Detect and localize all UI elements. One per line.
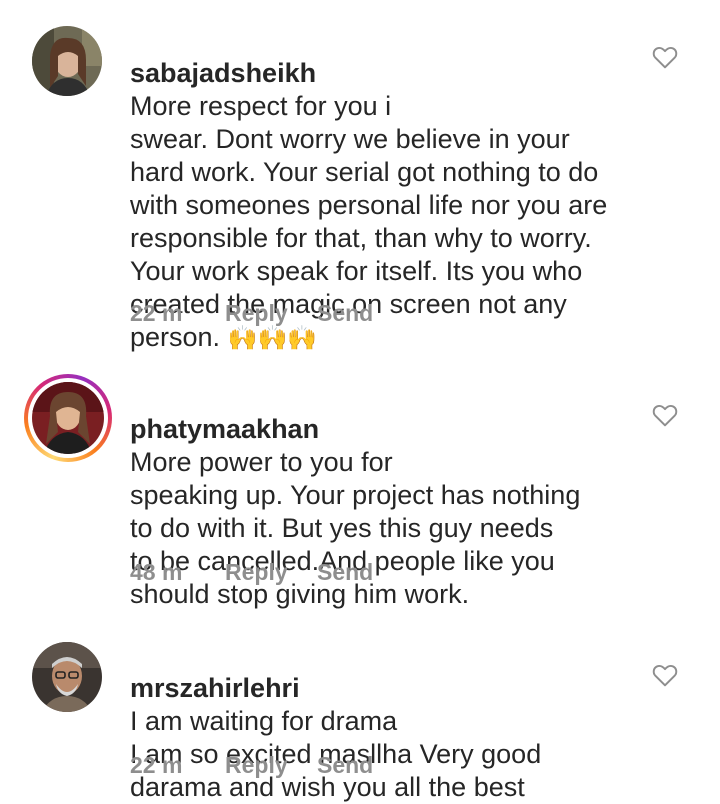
comment-meta: 48 m Reply Send [130, 559, 373, 586]
comment-body: mrszahirlehri I am waiting for drama I a… [130, 639, 630, 804]
send-button[interactable]: Send [317, 300, 373, 327]
comment-item: sabajadsheikh More respect for you i swe… [0, 0, 720, 352]
avatar [32, 382, 104, 454]
avatar[interactable] [32, 642, 102, 712]
avatar[interactable] [32, 26, 102, 96]
comment-timestamp: 22 m [130, 300, 183, 326]
send-button[interactable]: Send [317, 559, 373, 586]
heart-outline-icon[interactable] [652, 403, 678, 427]
comment-meta: 22 m Reply Send [130, 752, 373, 779]
heart-outline-icon[interactable] [652, 45, 678, 69]
comment-timestamp: 48 m [130, 559, 183, 585]
reply-button[interactable]: Reply [225, 300, 317, 327]
comment-username[interactable]: phatymaakhan [130, 414, 319, 444]
reply-button[interactable]: Reply [225, 559, 317, 586]
comment-item: mrszahirlehri I am waiting for drama I a… [0, 610, 720, 802]
avatar-story-ring[interactable] [24, 374, 112, 462]
comment-username[interactable]: mrszahirlehri [130, 673, 300, 703]
avatar-photo [32, 382, 104, 454]
comment-meta: 22 m Reply Send [130, 300, 373, 327]
comment-username[interactable]: sabajadsheikh [130, 58, 316, 88]
comment-item: phatymaakhan More power to you for speak… [0, 340, 720, 610]
send-button[interactable]: Send [317, 752, 373, 779]
avatar-photo [32, 26, 102, 96]
comment-timestamp: 22 m [130, 752, 183, 778]
reply-button[interactable]: Reply [225, 752, 317, 779]
avatar-photo [32, 642, 102, 712]
heart-outline-icon[interactable] [652, 663, 678, 687]
